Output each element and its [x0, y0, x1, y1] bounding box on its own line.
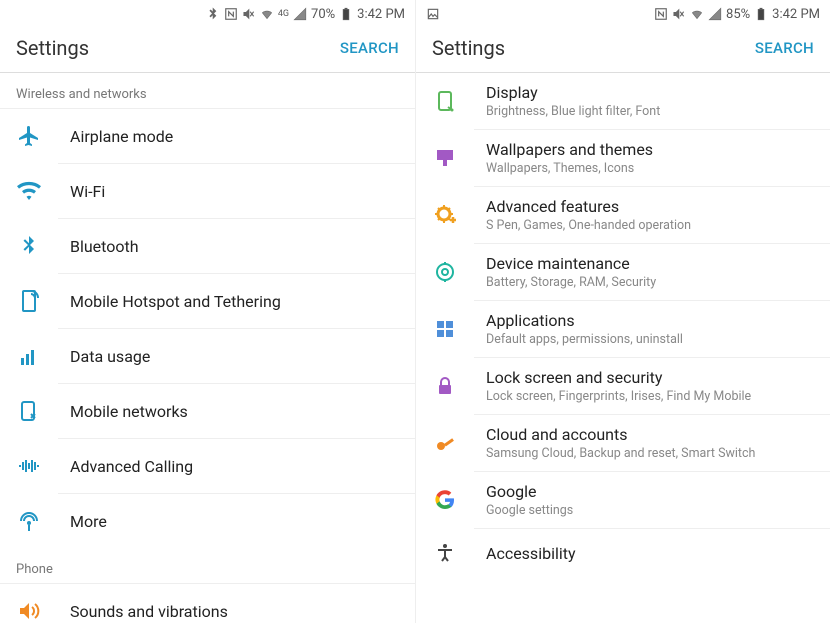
bluetooth-row[interactable]: Bluetooth	[58, 219, 415, 274]
wifi-icon	[260, 7, 274, 21]
hotspot-row[interactable]: Mobile Hotspot and Tethering	[58, 274, 415, 329]
network-type: 4G	[278, 10, 289, 19]
row-label: Advanced features	[486, 197, 691, 216]
airplane-icon	[12, 119, 46, 153]
page-title: Settings	[432, 36, 505, 60]
row-label: Airplane mode	[70, 127, 173, 146]
accessibility-icon	[428, 536, 462, 570]
row-label: Bluetooth	[70, 237, 139, 256]
clock: 3:42 PM	[772, 7, 820, 22]
data-icon	[12, 339, 46, 373]
key-icon	[428, 426, 462, 460]
row-subtitle: Brightness, Blue light filter, Font	[486, 104, 660, 119]
nfc-icon	[654, 7, 668, 21]
wifi-row[interactable]: Wi-Fi	[58, 164, 415, 219]
search-button[interactable]: SEARCH	[755, 39, 814, 57]
battery-percent: 70%	[311, 7, 335, 22]
row-label: Accessibility	[486, 544, 576, 563]
row-subtitle: Battery, Storage, RAM, Security	[486, 275, 656, 290]
advanced-calling-icon	[12, 449, 46, 483]
row-label: Data usage	[70, 347, 150, 366]
battery-icon	[754, 7, 768, 21]
wifi-icon	[690, 7, 704, 21]
mobile-networks-icon	[12, 394, 46, 428]
battery-percent: 85%	[726, 7, 750, 22]
row-label: More	[70, 512, 107, 531]
mute-icon	[242, 7, 256, 21]
gear-plus-icon	[428, 198, 462, 232]
row-label: Lock screen and security	[486, 368, 751, 387]
page-title: Settings	[16, 36, 89, 60]
lock-icon	[428, 369, 462, 403]
header: Settings SEARCH	[0, 26, 415, 73]
row-subtitle: Wallpapers, Themes, Icons	[486, 161, 653, 176]
row-subtitle: S Pen, Games, One-handed operation	[486, 218, 691, 233]
row-label: Display	[486, 83, 660, 102]
wifi-icon	[12, 174, 46, 208]
nfc-icon	[224, 7, 238, 21]
wallpapers-row[interactable]: Wallpapers and themes Wallpapers, Themes,…	[474, 130, 830, 187]
hotspot-icon	[12, 284, 46, 318]
clock: 3:42 PM	[357, 7, 405, 22]
row-label: Device maintenance	[486, 254, 656, 273]
google-row[interactable]: Google Google settings	[474, 472, 830, 529]
row-label: Wallpapers and themes	[486, 140, 653, 159]
applications-row[interactable]: Applications Default apps, permissions, u…	[474, 301, 830, 358]
search-button[interactable]: SEARCH	[340, 39, 399, 57]
mute-icon	[672, 7, 686, 21]
row-label: Advanced Calling	[70, 457, 193, 476]
maintenance-icon	[428, 255, 462, 289]
settings-list[interactable]: Wireless and networks Airplane mode Wi-F…	[0, 73, 415, 623]
battery-icon	[339, 7, 353, 21]
advanced-calling-row[interactable]: Advanced Calling	[58, 439, 415, 494]
status-bar: 4G 70% 3:42 PM	[0, 0, 415, 26]
cloud-accounts-row[interactable]: Cloud and accounts Samsung Cloud, Backup …	[474, 415, 830, 472]
apps-icon	[428, 312, 462, 346]
row-subtitle: Google settings	[486, 503, 573, 518]
settings-list[interactable]: Display Brightness, Blue light filter, Fo…	[416, 73, 830, 623]
group-phone: Phone	[0, 548, 415, 584]
row-label: Google	[486, 482, 573, 501]
data-usage-row[interactable]: Data usage	[58, 329, 415, 384]
sounds-row[interactable]: Sounds and vibrations	[58, 584, 415, 623]
google-icon	[428, 483, 462, 517]
screenshot-icon	[426, 7, 440, 21]
row-label: Mobile Hotspot and Tethering	[70, 292, 281, 311]
display-icon	[428, 84, 462, 118]
advanced-features-row[interactable]: Advanced features S Pen, Games, One-hande…	[474, 187, 830, 244]
settings-screen-left: 4G 70% 3:42 PM Settings SEARCH Wireless …	[0, 0, 415, 623]
status-bar: 85% 3:42 PM	[416, 0, 830, 26]
settings-screen-right: 85% 3:42 PM Settings SEARCH Display Brigh…	[415, 0, 830, 623]
row-label: Applications	[486, 311, 683, 330]
row-label: Wi-Fi	[70, 182, 105, 201]
row-subtitle: Lock screen, Fingerprints, Irises, Find …	[486, 389, 751, 404]
more-icon	[12, 504, 46, 538]
airplane-mode-row[interactable]: Airplane mode	[58, 109, 415, 164]
display-row[interactable]: Display Brightness, Blue light filter, Fo…	[474, 73, 830, 130]
wallpaper-icon	[428, 141, 462, 175]
signal-icon	[708, 7, 722, 21]
signal-icon	[293, 7, 307, 21]
accessibility-row[interactable]: Accessibility	[474, 529, 830, 577]
header: Settings SEARCH	[416, 26, 830, 73]
row-subtitle: Samsung Cloud, Backup and reset, Smart S…	[486, 446, 755, 461]
bluetooth-icon	[206, 7, 220, 21]
more-row[interactable]: More	[58, 494, 415, 548]
row-subtitle: Default apps, permissions, uninstall	[486, 332, 683, 347]
group-wireless: Wireless and networks	[0, 73, 415, 109]
device-maintenance-row[interactable]: Device maintenance Battery, Storage, RAM,…	[474, 244, 830, 301]
row-label: Sounds and vibrations	[70, 602, 228, 621]
row-label: Cloud and accounts	[486, 425, 755, 444]
bluetooth-icon	[12, 229, 46, 263]
lock-screen-row[interactable]: Lock screen and security Lock screen, Fin…	[474, 358, 830, 415]
sound-icon	[12, 594, 46, 623]
row-label: Mobile networks	[70, 402, 188, 421]
mobile-networks-row[interactable]: Mobile networks	[58, 384, 415, 439]
